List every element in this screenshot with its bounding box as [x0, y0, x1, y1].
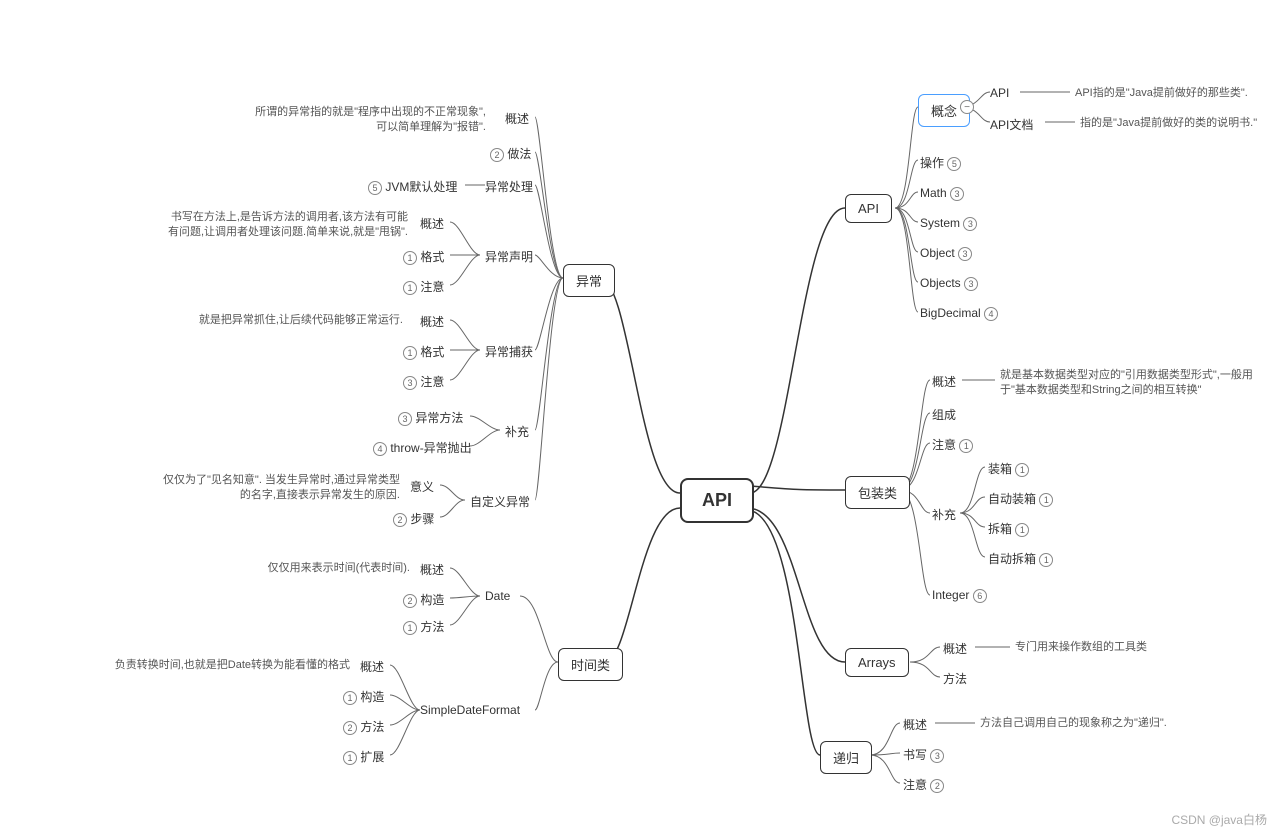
- branch-api[interactable]: API: [845, 194, 892, 223]
- leaf-api-doc[interactable]: API文档: [990, 116, 1033, 133]
- leaf-exc-handle[interactable]: 异常处理: [485, 178, 533, 195]
- leaf-declare-notice[interactable]: 1 注意: [403, 278, 444, 295]
- leaf-sdf[interactable]: SimpleDateFormat: [420, 703, 520, 717]
- root-node[interactable]: API: [680, 478, 754, 523]
- leaf-unbox[interactable]: 拆箱 1: [988, 520, 1029, 537]
- leaf-meaning[interactable]: 意义: [410, 478, 434, 495]
- leaf-object[interactable]: Object 3: [920, 246, 972, 261]
- leaf-exc-declare[interactable]: 异常声明: [485, 248, 533, 265]
- leaf-integer[interactable]: Integer 6: [932, 588, 987, 603]
- leaf-recursion-write[interactable]: 书写 3: [903, 746, 944, 763]
- leaf-box[interactable]: 装箱 1: [988, 460, 1029, 477]
- leaf-arrays-overview[interactable]: 概述: [943, 640, 967, 657]
- leaf-catch-overview[interactable]: 概述: [420, 313, 444, 330]
- note-api-def: API指的是"Java提前做好的那些类".: [1075, 86, 1248, 101]
- leaf-api[interactable]: API: [990, 86, 1009, 100]
- leaf-exc-overview[interactable]: 概述: [505, 110, 529, 127]
- note-exc-overview: 所谓的异常指的就是"程序中出现的不正常现象",可以简单理解为"报错".: [246, 105, 486, 136]
- note-declare: 书写在方法上,是告诉方法的调用者,该方法有可能有问题,让调用者处理该问题.简单来…: [160, 210, 408, 241]
- note-api-doc: 指的是"Java提前做好的类的说明书.": [1080, 116, 1257, 131]
- count-badge: 5: [947, 157, 961, 171]
- leaf-autobox[interactable]: 自动装箱 1: [988, 490, 1053, 507]
- leaf-declare-overview[interactable]: 概述: [420, 215, 444, 232]
- leaf-catch-notice[interactable]: 3 注意: [403, 373, 444, 390]
- note-wrapper-overview: 就是基本数据类型对应的"引用数据类型形式",一般用于"基本数据类型和String…: [1000, 368, 1260, 399]
- leaf-exc-supplement[interactable]: 补充: [505, 423, 529, 440]
- collapse-icon[interactable]: −: [960, 100, 974, 114]
- leaf-bigdecimal[interactable]: BigDecimal 4: [920, 306, 998, 321]
- leaf-date-construct[interactable]: 2 构造: [403, 591, 444, 608]
- note-sdf: 负责转换时间,也就是把Date转换为能看懂的格式: [105, 658, 350, 673]
- leaf-date[interactable]: Date: [485, 589, 510, 603]
- note-arrays: 专门用来操作数组的工具类: [1015, 640, 1147, 655]
- leaf-jvm[interactable]: 5 JVM默认处理: [368, 178, 457, 195]
- leaf-objects[interactable]: Objects 3: [920, 276, 978, 291]
- leaf-sdf-overview[interactable]: 概述: [360, 658, 384, 675]
- leaf-exc-method2[interactable]: 3 异常方法: [398, 409, 463, 426]
- branch-time[interactable]: 时间类: [558, 648, 623, 681]
- note-meaning: 仅仅为了"见名知意". 当发生异常时,通过异常类型的名字,直接表示异常发生的原因…: [160, 473, 400, 504]
- note-date: 仅仅用来表示时间(代表时间).: [245, 561, 410, 576]
- leaf-autounbox[interactable]: 自动拆箱 1: [988, 550, 1053, 567]
- leaf-throw[interactable]: 4 throw-异常抛出: [373, 439, 472, 456]
- leaf-step[interactable]: 2 步骤: [393, 510, 434, 527]
- leaf-math[interactable]: Math 3: [920, 186, 964, 201]
- branch-arrays[interactable]: Arrays: [845, 648, 909, 677]
- leaf-wrapper-notice[interactable]: 注意 1: [932, 436, 973, 453]
- leaf-sdf-method[interactable]: 2 方法: [343, 718, 384, 735]
- branch-recursion[interactable]: 递归: [820, 741, 872, 774]
- branch-wrapper[interactable]: 包装类: [845, 476, 910, 509]
- leaf-sdf-extend[interactable]: 1 扩展: [343, 748, 384, 765]
- watermark: CSDN @java白杨: [1171, 811, 1267, 828]
- leaf-recursion-overview[interactable]: 概述: [903, 716, 927, 733]
- leaf-sdf-construct[interactable]: 1 构造: [343, 688, 384, 705]
- leaf-exc-catch[interactable]: 异常捕获: [485, 343, 533, 360]
- note-recursion: 方法自己调用自己的现象称之为"递归".: [980, 716, 1167, 731]
- leaf-compose[interactable]: 组成: [932, 406, 956, 423]
- branch-exception[interactable]: 异常: [563, 264, 615, 297]
- leaf-system[interactable]: System 3: [920, 216, 977, 231]
- leaf-declare-format[interactable]: 1 格式: [403, 248, 444, 265]
- leaf-catch-format[interactable]: 1 格式: [403, 343, 444, 360]
- leaf-arrays-method[interactable]: 方法: [943, 670, 967, 687]
- leaf-custom[interactable]: 自定义异常: [470, 493, 530, 510]
- leaf-exc-method[interactable]: 2 做法: [490, 145, 531, 162]
- leaf-date-method[interactable]: 1 方法: [403, 618, 444, 635]
- leaf-recursion-notice[interactable]: 注意 2: [903, 776, 944, 793]
- leaf-operation[interactable]: 操作 5: [920, 154, 961, 171]
- root-label: API: [702, 490, 732, 510]
- leaf-wrapper-overview[interactable]: 概述: [932, 373, 956, 390]
- note-catch: 就是把异常抓住,让后续代码能够正常运行.: [183, 313, 403, 328]
- leaf-date-overview[interactable]: 概述: [420, 561, 444, 578]
- leaf-supplement[interactable]: 补充: [932, 506, 956, 523]
